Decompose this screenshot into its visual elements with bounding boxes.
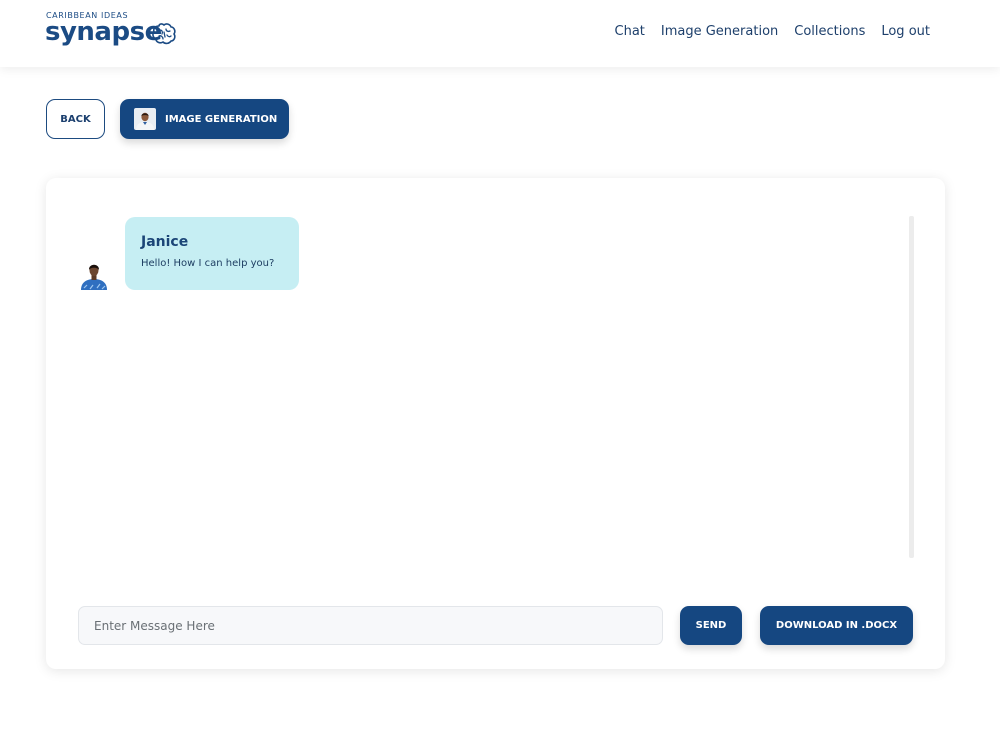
nav-log-out[interactable]: Log out [881, 24, 930, 39]
message-input[interactable] [78, 606, 663, 645]
logo-wordmark: synapse [45, 17, 162, 47]
download-button-label: DOWNLOAD IN .DOCX [775, 620, 898, 631]
female-avatar-icon [78, 258, 110, 290]
download-docx-button[interactable]: DOWNLOAD IN .DOCX [760, 606, 913, 645]
main-nav: Chat Image Generation Collections Log ou… [615, 24, 931, 39]
male-avatar-icon [134, 108, 156, 130]
message-sender: Janice [141, 234, 189, 250]
chat-message-area[interactable]: Janice Hello! How I can help you? [46, 178, 945, 578]
brain-icon [152, 23, 176, 45]
image-generation-label: IMAGE GENERATION [165, 113, 278, 125]
message-text: Hello! How I can help you? [141, 258, 275, 269]
chat-card: Janice Hello! How I can help you? SEND D… [46, 178, 945, 669]
synapse-logo[interactable]: CARIBBEAN IDEAS synapse [45, 11, 186, 51]
send-button[interactable]: SEND [680, 606, 742, 645]
back-button[interactable]: BACK [46, 99, 105, 139]
message-bubble: Janice Hello! How I can help you? [125, 217, 299, 290]
nav-image-generation[interactable]: Image Generation [661, 24, 778, 39]
back-button-label: BACK [60, 113, 91, 125]
image-generation-button[interactable]: IMAGE GENERATION [120, 99, 289, 139]
send-button-label: SEND [695, 620, 727, 631]
chat-scrollbar[interactable] [909, 216, 914, 558]
nav-chat[interactable]: Chat [615, 24, 645, 39]
top-header: CARIBBEAN IDEAS synapse Chat Image Gener… [0, 0, 1000, 67]
nav-collections[interactable]: Collections [794, 24, 865, 39]
